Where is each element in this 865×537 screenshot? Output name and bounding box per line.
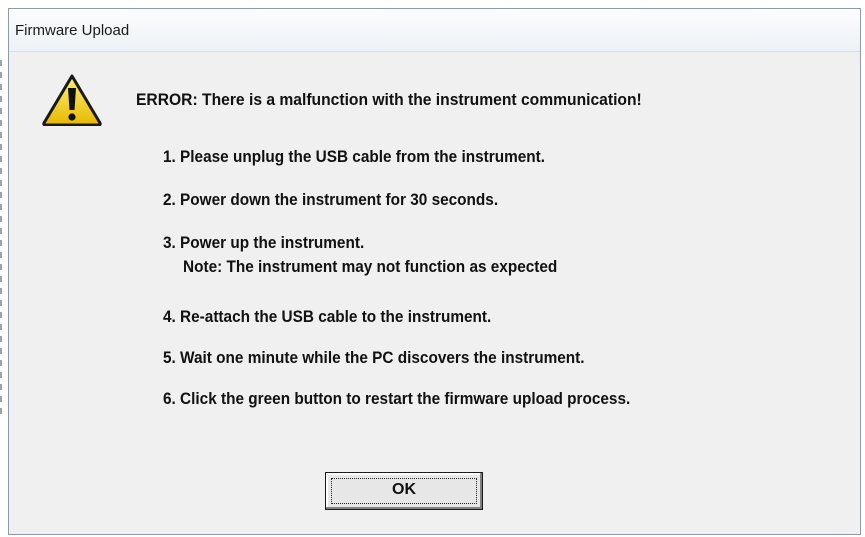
step-3: 3. Power up the instrument. xyxy=(163,234,365,252)
firmware-upload-dialog: Firmware Upload ERROR: There is a malfun… xyxy=(8,8,861,535)
step-3-note: Note: The instrument may not function as… xyxy=(183,258,558,276)
title-bar[interactable]: Firmware Upload xyxy=(9,9,860,52)
step-6: 6. Click the green button to restart the… xyxy=(163,390,631,408)
background-edge xyxy=(0,60,2,420)
ok-button-label: OK xyxy=(392,481,416,498)
step-2: 2. Power down the instrument for 30 seco… xyxy=(163,191,499,209)
step-5: 5. Wait one minute while the PC discover… xyxy=(163,349,585,367)
dialog-body: ERROR: There is a malfunction with the i… xyxy=(15,52,854,528)
error-heading: ERROR: There is a malfunction with the i… xyxy=(136,90,642,109)
warning-icon xyxy=(42,74,102,126)
step-4: 4. Re-attach the USB cable to the instru… xyxy=(163,308,492,326)
window-title: Firmware Upload xyxy=(15,22,130,39)
ok-button[interactable]: OK xyxy=(325,472,483,510)
step-1: 1. Please unplug the USB cable from the … xyxy=(163,148,545,166)
